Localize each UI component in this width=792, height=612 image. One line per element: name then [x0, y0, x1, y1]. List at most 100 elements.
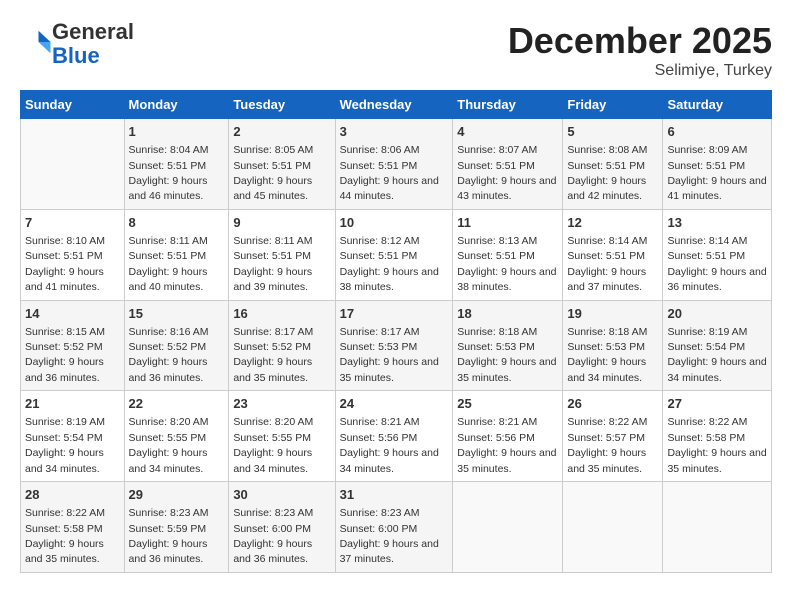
calendar-cell: 25 Sunrise: 8:21 AMSunset: 5:56 PMDaylig…	[453, 391, 563, 482]
sunrise-info: Sunrise: 8:04 AMSunset: 5:51 PMDaylight:…	[129, 144, 209, 202]
calendar-week-row: 14 Sunrise: 8:15 AMSunset: 5:52 PMDaylig…	[21, 300, 772, 391]
day-number: 4	[457, 123, 558, 141]
sunrise-info: Sunrise: 8:11 AMSunset: 5:51 PMDaylight:…	[129, 235, 208, 293]
calendar-week-row: 21 Sunrise: 8:19 AMSunset: 5:54 PMDaylig…	[21, 391, 772, 482]
calendar-week-row: 7 Sunrise: 8:10 AMSunset: 5:51 PMDayligh…	[21, 209, 772, 300]
sunrise-info: Sunrise: 8:17 AMSunset: 5:52 PMDaylight:…	[233, 326, 313, 384]
sunrise-info: Sunrise: 8:07 AMSunset: 5:51 PMDaylight:…	[457, 144, 556, 202]
day-number: 14	[25, 305, 120, 323]
sunrise-info: Sunrise: 8:10 AMSunset: 5:51 PMDaylight:…	[25, 235, 105, 293]
day-number: 28	[25, 486, 120, 504]
sunrise-info: Sunrise: 8:21 AMSunset: 5:56 PMDaylight:…	[457, 416, 556, 474]
calendar-cell: 18 Sunrise: 8:18 AMSunset: 5:53 PMDaylig…	[453, 300, 563, 391]
calendar-week-row: 1 Sunrise: 8:04 AMSunset: 5:51 PMDayligh…	[21, 119, 772, 210]
sunrise-info: Sunrise: 8:20 AMSunset: 5:55 PMDaylight:…	[129, 416, 209, 474]
calendar-cell: 16 Sunrise: 8:17 AMSunset: 5:52 PMDaylig…	[229, 300, 335, 391]
sunrise-info: Sunrise: 8:23 AMSunset: 6:00 PMDaylight:…	[340, 507, 439, 565]
sunrise-info: Sunrise: 8:08 AMSunset: 5:51 PMDaylight:…	[567, 144, 647, 202]
calendar-cell: 27 Sunrise: 8:22 AMSunset: 5:58 PMDaylig…	[663, 391, 772, 482]
calendar-cell: 29 Sunrise: 8:23 AMSunset: 5:59 PMDaylig…	[124, 482, 229, 573]
day-number: 5	[567, 123, 658, 141]
sunrise-info: Sunrise: 8:09 AMSunset: 5:51 PMDaylight:…	[667, 144, 766, 202]
sunrise-info: Sunrise: 8:06 AMSunset: 5:51 PMDaylight:…	[340, 144, 439, 202]
sunrise-info: Sunrise: 8:14 AMSunset: 5:51 PMDaylight:…	[667, 235, 766, 293]
sunrise-info: Sunrise: 8:18 AMSunset: 5:53 PMDaylight:…	[457, 326, 556, 384]
sunrise-info: Sunrise: 8:22 AMSunset: 5:58 PMDaylight:…	[25, 507, 105, 565]
sunrise-info: Sunrise: 8:21 AMSunset: 5:56 PMDaylight:…	[340, 416, 439, 474]
calendar-cell: 28 Sunrise: 8:22 AMSunset: 5:58 PMDaylig…	[21, 482, 125, 573]
day-number: 22	[129, 395, 225, 413]
calendar-cell: 2 Sunrise: 8:05 AMSunset: 5:51 PMDayligh…	[229, 119, 335, 210]
calendar-cell: 9 Sunrise: 8:11 AMSunset: 5:51 PMDayligh…	[229, 209, 335, 300]
day-number: 10	[340, 214, 449, 232]
calendar-cell: 23 Sunrise: 8:20 AMSunset: 5:55 PMDaylig…	[229, 391, 335, 482]
calendar-week-row: 28 Sunrise: 8:22 AMSunset: 5:58 PMDaylig…	[21, 482, 772, 573]
calendar-cell: 1 Sunrise: 8:04 AMSunset: 5:51 PMDayligh…	[124, 119, 229, 210]
weekday-header: Wednesday	[335, 91, 453, 119]
logo-blue: Blue	[52, 43, 100, 68]
sunrise-info: Sunrise: 8:22 AMSunset: 5:57 PMDaylight:…	[567, 416, 647, 474]
day-number: 12	[567, 214, 658, 232]
month-title: December 2025	[508, 20, 772, 62]
calendar-cell: 31 Sunrise: 8:23 AMSunset: 6:00 PMDaylig…	[335, 482, 453, 573]
day-number: 8	[129, 214, 225, 232]
calendar-cell: 11 Sunrise: 8:13 AMSunset: 5:51 PMDaylig…	[453, 209, 563, 300]
sunrise-info: Sunrise: 8:13 AMSunset: 5:51 PMDaylight:…	[457, 235, 556, 293]
sunrise-info: Sunrise: 8:16 AMSunset: 5:52 PMDaylight:…	[129, 326, 209, 384]
calendar-cell: 5 Sunrise: 8:08 AMSunset: 5:51 PMDayligh…	[563, 119, 663, 210]
location: Selimiye, Turkey	[508, 62, 772, 80]
day-number: 18	[457, 305, 558, 323]
sunrise-info: Sunrise: 8:19 AMSunset: 5:54 PMDaylight:…	[667, 326, 766, 384]
calendar-cell: 15 Sunrise: 8:16 AMSunset: 5:52 PMDaylig…	[124, 300, 229, 391]
calendar-cell: 19 Sunrise: 8:18 AMSunset: 5:53 PMDaylig…	[563, 300, 663, 391]
weekday-header: Tuesday	[229, 91, 335, 119]
day-number: 6	[667, 123, 767, 141]
day-number: 1	[129, 123, 225, 141]
logo-general: General	[52, 19, 134, 44]
sunrise-info: Sunrise: 8:11 AMSunset: 5:51 PMDaylight:…	[233, 235, 312, 293]
calendar-cell: 17 Sunrise: 8:17 AMSunset: 5:53 PMDaylig…	[335, 300, 453, 391]
day-number: 17	[340, 305, 449, 323]
day-number: 16	[233, 305, 330, 323]
calendar-cell	[663, 482, 772, 573]
sunrise-info: Sunrise: 8:23 AMSunset: 6:00 PMDaylight:…	[233, 507, 313, 565]
weekday-header: Thursday	[453, 91, 563, 119]
logo: General Blue	[20, 20, 134, 68]
weekday-header: Saturday	[663, 91, 772, 119]
day-number: 2	[233, 123, 330, 141]
weekday-header: Friday	[563, 91, 663, 119]
day-number: 11	[457, 214, 558, 232]
sunrise-info: Sunrise: 8:15 AMSunset: 5:52 PMDaylight:…	[25, 326, 105, 384]
day-number: 30	[233, 486, 330, 504]
day-number: 15	[129, 305, 225, 323]
day-number: 31	[340, 486, 449, 504]
calendar-cell: 21 Sunrise: 8:19 AMSunset: 5:54 PMDaylig…	[21, 391, 125, 482]
day-number: 7	[25, 214, 120, 232]
day-number: 19	[567, 305, 658, 323]
sunrise-info: Sunrise: 8:17 AMSunset: 5:53 PMDaylight:…	[340, 326, 439, 384]
day-number: 3	[340, 123, 449, 141]
calendar-cell: 4 Sunrise: 8:07 AMSunset: 5:51 PMDayligh…	[453, 119, 563, 210]
sunrise-info: Sunrise: 8:19 AMSunset: 5:54 PMDaylight:…	[25, 416, 105, 474]
weekday-header: Sunday	[21, 91, 125, 119]
calendar-cell	[453, 482, 563, 573]
calendar-cell: 6 Sunrise: 8:09 AMSunset: 5:51 PMDayligh…	[663, 119, 772, 210]
sunrise-info: Sunrise: 8:18 AMSunset: 5:53 PMDaylight:…	[567, 326, 647, 384]
day-number: 13	[667, 214, 767, 232]
day-number: 20	[667, 305, 767, 323]
day-number: 26	[567, 395, 658, 413]
calendar-cell: 22 Sunrise: 8:20 AMSunset: 5:55 PMDaylig…	[124, 391, 229, 482]
logo-icon	[22, 27, 52, 57]
sunrise-info: Sunrise: 8:23 AMSunset: 5:59 PMDaylight:…	[129, 507, 209, 565]
day-number: 23	[233, 395, 330, 413]
calendar-cell: 20 Sunrise: 8:19 AMSunset: 5:54 PMDaylig…	[663, 300, 772, 391]
day-number: 29	[129, 486, 225, 504]
calendar-cell: 30 Sunrise: 8:23 AMSunset: 6:00 PMDaylig…	[229, 482, 335, 573]
calendar-cell: 10 Sunrise: 8:12 AMSunset: 5:51 PMDaylig…	[335, 209, 453, 300]
calendar-cell: 12 Sunrise: 8:14 AMSunset: 5:51 PMDaylig…	[563, 209, 663, 300]
calendar-table: SundayMondayTuesdayWednesdayThursdayFrid…	[20, 90, 772, 573]
weekday-header: Monday	[124, 91, 229, 119]
day-number: 24	[340, 395, 449, 413]
sunrise-info: Sunrise: 8:12 AMSunset: 5:51 PMDaylight:…	[340, 235, 439, 293]
calendar-header-row: SundayMondayTuesdayWednesdayThursdayFrid…	[21, 91, 772, 119]
